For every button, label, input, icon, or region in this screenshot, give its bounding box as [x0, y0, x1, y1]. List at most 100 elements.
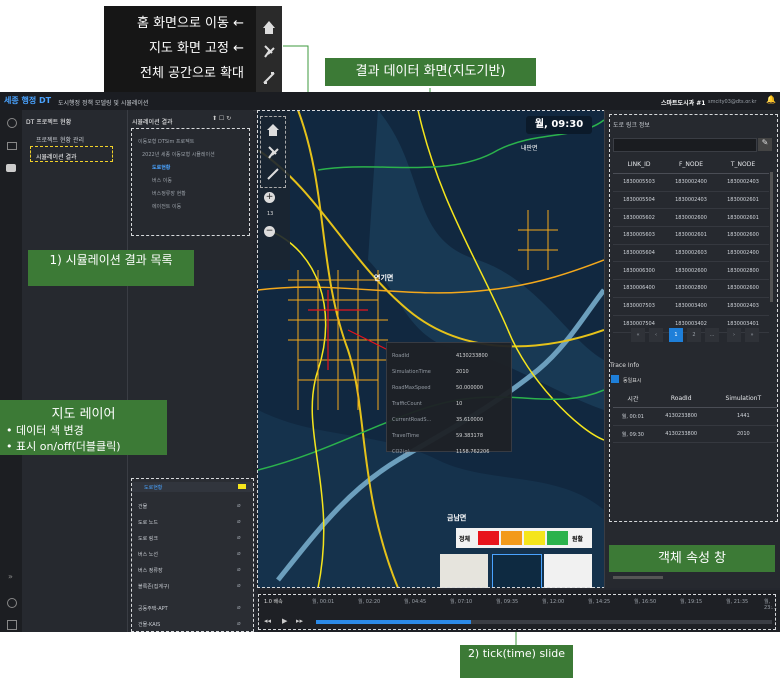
- logout-icon[interactable]: [7, 620, 17, 630]
- column-header[interactable]: SimulationT: [709, 390, 777, 408]
- table-row[interactable]: 1830005503 1830002400 1830002403: [613, 173, 769, 192]
- tick-slide-callout: 2) tick(time) slide: [460, 645, 573, 678]
- layer-item[interactable]: 건물-KAIS: [138, 621, 160, 628]
- result-list: 이동모형 DTSim 프로젝트 2022년 세종 이동모형 시뮬레이션 도로현황…: [131, 128, 250, 236]
- object-attr-callout: 객체 속성 창: [609, 545, 775, 572]
- eye-off-icon[interactable]: ⌀: [237, 502, 241, 509]
- bell-icon[interactable]: 🔔: [766, 95, 776, 104]
- page-first-button[interactable]: «: [631, 328, 645, 342]
- speed-label[interactable]: 1.0 배속: [264, 598, 283, 605]
- column-header[interactable]: RoadId: [652, 390, 710, 408]
- project-tree-panel: DT 프로젝트 현황 프로젝트 현황 관리 시뮬레이션 결과: [22, 110, 128, 632]
- settings-icon[interactable]: [7, 118, 17, 128]
- attribute-panel: 도로 링크 정보 ✎ LINK_ID F_NODE T_NODE 1830005…: [604, 110, 780, 588]
- sim-list-callout: 1) 시뮬레이션 결과 목록: [28, 250, 194, 286]
- map-screen-callout: 결과 데이터 화면(지도기반): [325, 58, 536, 86]
- layer-color-swatch[interactable]: [238, 484, 246, 489]
- page-next-button[interactable]: ›: [727, 328, 741, 342]
- result-item-road[interactable]: 도로현황: [152, 164, 170, 171]
- user-name: 스마트도시과 #1: [661, 100, 706, 107]
- tick-label: 월, 09:35: [496, 599, 519, 605]
- layer-item[interactable]: 공동주택-APT: [138, 605, 168, 612]
- eye-off-icon[interactable]: ⌀: [237, 582, 241, 589]
- result-item[interactable]: 에이전트 이동: [152, 203, 181, 210]
- tick-label: 월, 23:...: [764, 599, 777, 611]
- eye-off-icon[interactable]: ⌀: [237, 518, 241, 525]
- result-item[interactable]: 버스 이동: [152, 177, 172, 184]
- table-row[interactable]: 1830005604 1830002603 1830002400: [613, 244, 769, 263]
- eye-off-icon[interactable]: ⌀: [237, 566, 241, 573]
- layer-header[interactable]: 도로현황: [144, 484, 162, 491]
- table-row[interactable]: 1830007503 1830003400 1830002403: [613, 297, 769, 316]
- result-item[interactable]: 2022년 세종 이동모형 시뮬레이션: [142, 151, 215, 158]
- table-row[interactable]: 1830005504 1830002403 1830002601: [613, 191, 769, 210]
- layer-item[interactable]: 블록존(집계구): [138, 583, 170, 590]
- trace-title: Trace Info: [610, 362, 640, 369]
- table-scrollbar[interactable]: [770, 172, 773, 302]
- column-header[interactable]: T_NODE: [717, 156, 769, 174]
- table-row[interactable]: 1830006400 1830002800 1830002600: [613, 279, 769, 298]
- tree-item-sim-results[interactable]: 시뮬레이션 결과: [36, 152, 77, 161]
- eye-off-icon[interactable]: ⌀: [237, 604, 241, 611]
- trace-scrollbar[interactable]: [613, 576, 663, 579]
- page-ellipsis[interactable]: ...: [705, 328, 719, 342]
- attribute-search-input[interactable]: [613, 138, 757, 152]
- table-row[interactable]: 1830006300 1830002600 1830002800: [613, 261, 769, 281]
- tick-label: 월, 04:45: [404, 599, 427, 605]
- table-row[interactable]: 1830005603 1830002601 1830002600: [613, 226, 769, 245]
- map-layer-panel: 도로현황 건물 도로 노드 도로 링크 버스 노선 버스 정류장 블록존(집계구…: [131, 478, 254, 632]
- page-button[interactable]: 2: [687, 328, 701, 342]
- tick-label: 월, 00:01: [312, 599, 335, 605]
- play-icon[interactable]: ▶: [282, 617, 287, 625]
- user-icon[interactable]: [7, 598, 17, 608]
- top-bar: 세종 행정 DT 도시행정 정책 모델링 및 시뮬레이션 스마트도시과 #1 s…: [0, 92, 780, 111]
- page-prev-button[interactable]: ‹: [649, 328, 663, 342]
- brush-icon[interactable]: ✎: [758, 138, 772, 151]
- result-panel: 시뮬레이션 결과 ⬆ ☐ ↻ 이동모형 DTSim 프로젝트 2022년 세종 …: [128, 110, 254, 632]
- folder-icon[interactable]: [7, 142, 17, 150]
- eye-off-icon[interactable]: ⌀: [237, 534, 241, 541]
- tree-item-project[interactable]: 프로젝트 현황 관리: [36, 135, 84, 144]
- attribute-header: 도로 링크 정보: [613, 122, 650, 129]
- column-header[interactable]: F_NODE: [665, 156, 717, 174]
- page-button-active[interactable]: 1: [669, 328, 683, 342]
- result-toolbar-icons[interactable]: ⬆ ☐ ↻: [212, 115, 231, 122]
- result-header: 시뮬레이션 결과: [132, 119, 173, 126]
- dashboard-icon[interactable]: [6, 164, 16, 172]
- user-email: smcity03@dts.or.kr: [708, 99, 757, 105]
- forward-icon[interactable]: ▸▸: [296, 617, 303, 625]
- result-item[interactable]: 이동모형 DTSim 프로젝트: [138, 138, 194, 145]
- map-layer-callout-line: • 표시 on/off(더블클릭): [6, 440, 121, 453]
- map-layer-callout-title: 지도 레이어: [51, 407, 116, 422]
- app-logo[interactable]: 세종 행정 DT: [4, 95, 51, 106]
- page-last-button[interactable]: »: [745, 328, 759, 342]
- map-layer-callout: 지도 레이어 • 데이터 색 변경 • 표시 on/off(더블클릭): [0, 400, 167, 455]
- tree-header: DT 프로젝트 현황: [26, 119, 72, 126]
- expand-rail-icon[interactable]: »: [8, 572, 13, 581]
- column-header[interactable]: LINK_ID: [613, 156, 665, 174]
- left-rail: »: [0, 110, 23, 632]
- result-item[interactable]: 버스정류장 현황: [152, 190, 186, 197]
- rewind-icon[interactable]: ◂◂: [264, 617, 271, 625]
- tick-label: 월, 16:50: [634, 599, 657, 605]
- eye-off-icon[interactable]: ⌀: [237, 620, 241, 627]
- layer-item[interactable]: 도로 노드: [138, 519, 158, 526]
- time-slider-fill: [316, 620, 472, 624]
- app-subtitle: 도시행정 정책 모델링 및 시뮬레이션: [58, 100, 149, 107]
- column-header[interactable]: 시간: [613, 390, 653, 408]
- timeline-ticks: 1.0 배속 월, 00:01 월, 02:20 월, 04:45 월, 07:…: [264, 598, 777, 611]
- timeline-panel: 1.0 배속 월, 00:01 월, 02:20 월, 04:45 월, 07:…: [258, 590, 780, 632]
- trace-table: 시간 RoadId SimulationT 월, 00:01 4130233800…: [613, 390, 777, 444]
- time-slider-track[interactable]: [316, 620, 772, 624]
- tick-label: 월, 19:15: [680, 599, 703, 605]
- eye-off-icon[interactable]: ⌀: [237, 550, 241, 557]
- layer-item[interactable]: 건물: [138, 503, 147, 510]
- layer-item[interactable]: 버스 정류장: [138, 567, 163, 574]
- map-layer-callout-line: • 데이터 색 변경: [6, 424, 84, 437]
- table-row[interactable]: 1830005602 1830002600 1830002601: [613, 208, 769, 228]
- layer-item[interactable]: 버스 노선: [138, 551, 158, 558]
- layer-item[interactable]: 도로 링크: [138, 535, 158, 542]
- trace-checkbox[interactable]: [611, 375, 619, 383]
- table-row[interactable]: 월, 09:30 4130233800 2010: [613, 425, 777, 444]
- table-row[interactable]: 월, 00:01 4130233800 1441: [613, 407, 777, 426]
